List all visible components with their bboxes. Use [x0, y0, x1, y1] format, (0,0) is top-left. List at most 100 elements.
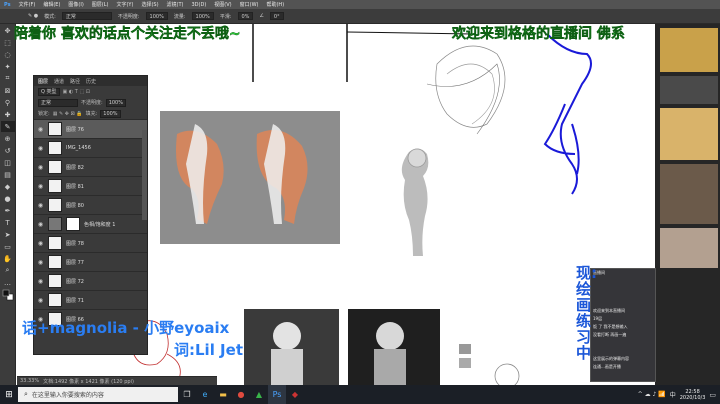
- task-view-icon[interactable]: ❐: [178, 385, 196, 404]
- photoshop-taskbar-icon[interactable]: Ps: [268, 385, 286, 404]
- menu-select[interactable]: 选择(S): [141, 1, 158, 8]
- layer-row[interactable]: ◉ 图层 82: [34, 157, 147, 176]
- history-brush-icon[interactable]: ↺: [1, 145, 15, 156]
- layer-row[interactable]: ◉ 图层 78: [34, 233, 147, 252]
- chat-message: 没看打断 再画一遍: [593, 332, 627, 337]
- gradient-tool-icon[interactable]: ▤: [1, 169, 15, 180]
- chat-message: 直播间: [593, 270, 605, 275]
- move-tool-icon[interactable]: ✥: [1, 25, 15, 36]
- menu-layer[interactable]: 图层(L): [92, 1, 109, 8]
- chrome-icon[interactable]: ●: [232, 385, 250, 404]
- tab-history[interactable]: 历史: [86, 78, 96, 85]
- blend-mode-select[interactable]: 正常: [38, 98, 78, 107]
- reference-thumbnail[interactable]: [660, 108, 718, 160]
- clone-stamp-icon[interactable]: ⊕: [1, 133, 15, 144]
- visibility-eye-icon[interactable]: ◉: [37, 202, 44, 209]
- layer-row[interactable]: ◉ 图层 77: [34, 252, 147, 271]
- layer-opacity-input[interactable]: 100%: [105, 98, 126, 107]
- layer-row[interactable]: ◉ 图层 76: [34, 119, 147, 138]
- layer-kind-select[interactable]: Q 类型: [38, 87, 60, 96]
- menu-edit[interactable]: 编辑(E): [43, 1, 60, 8]
- frame-tool-icon[interactable]: ⊠: [1, 85, 15, 96]
- path-select-icon[interactable]: ➤: [1, 229, 15, 240]
- reference-thumbnail[interactable]: [660, 228, 718, 268]
- marquee-tool-icon[interactable]: ⬚: [1, 37, 15, 48]
- tray-icons[interactable]: ^ ☁ ♪ 📶: [638, 391, 666, 398]
- tool-options-bar: ✎ ● 模式: 正常 不透明度: 100% 流量: 100% 平滑: 0% ∠ …: [0, 9, 720, 24]
- layers-panel-tabs: 图层 通道 路径 历史: [34, 76, 147, 86]
- reference-thumbnail[interactable]: [660, 164, 718, 224]
- menu-help[interactable]: 帮助(H): [266, 1, 284, 8]
- hand-tool-icon[interactable]: ✋: [1, 253, 15, 264]
- menu-window[interactable]: 窗口(W): [240, 1, 259, 8]
- file-explorer-icon[interactable]: ▬: [214, 385, 232, 404]
- tab-channels[interactable]: 通道: [54, 78, 64, 85]
- layer-fill-input[interactable]: 100%: [100, 109, 121, 118]
- layers-scrollbar[interactable]: [142, 130, 147, 220]
- eyedropper-icon[interactable]: ⚲: [1, 97, 15, 108]
- menu-view[interactable]: 视图(V): [214, 1, 231, 8]
- dodge-tool-icon[interactable]: ●: [1, 193, 15, 204]
- menu-filter[interactable]: 滤镜(T): [167, 1, 184, 8]
- visibility-eye-icon[interactable]: ◉: [37, 259, 44, 266]
- eraser-icon[interactable]: ◫: [1, 157, 15, 168]
- ps-logo-icon[interactable]: Ps: [4, 2, 11, 8]
- lasso-tool-icon[interactable]: ◌: [1, 49, 15, 60]
- visibility-eye-icon[interactable]: ◉: [37, 164, 44, 171]
- app-icon[interactable]: ▲: [250, 385, 268, 404]
- crop-tool-icon[interactable]: ⌗: [1, 73, 15, 84]
- tab-paths[interactable]: 路径: [70, 78, 80, 85]
- menu-file[interactable]: 文件(F): [19, 1, 36, 8]
- reference-thumbnail[interactable]: [660, 76, 718, 104]
- layer-list: ◉ 图层 76 ◉ IMG_1456 ◉ 图层 82 ◉ 图层 81 ◉ 图层 80 ◉ 色…: [34, 119, 147, 328]
- input-language-indicator[interactable]: 中: [670, 390, 676, 399]
- taskbar-search-box[interactable]: ⌕ 在这里输入你要搜索的内容: [18, 387, 178, 402]
- menu-3d[interactable]: 3D(D): [192, 2, 207, 8]
- smooth-input[interactable]: 0%: [237, 12, 254, 20]
- visibility-eye-icon[interactable]: ◉: [37, 183, 44, 190]
- ps-status-bar: 33.33% 文档:1492 像素 x 1421 像素 (120 ppi): [17, 376, 217, 385]
- filter-icons[interactable]: ▣ ◐ T ⬚ ⊡: [63, 89, 90, 95]
- notification-icon[interactable]: ▭: [709, 391, 716, 399]
- edge-browser-icon[interactable]: e: [196, 385, 214, 404]
- tab-layers[interactable]: 图层: [38, 78, 48, 85]
- zoom-tool-icon[interactable]: ⌕: [1, 265, 15, 276]
- layer-row[interactable]: ◉ 色相/饱和度 1: [34, 214, 147, 233]
- visibility-eye-icon[interactable]: ◉: [37, 126, 44, 133]
- zoom-level[interactable]: 33.33%: [20, 378, 39, 384]
- app-icon[interactable]: ◆: [286, 385, 304, 404]
- healing-brush-icon[interactable]: ✚: [1, 109, 15, 120]
- taskbar-clock[interactable]: 22:58 2020/10/3: [680, 389, 706, 401]
- blend-row: 正常 不透明度: 100%: [34, 97, 147, 108]
- mode-select[interactable]: 正常: [61, 12, 112, 20]
- blur-tool-icon[interactable]: ◆: [1, 181, 15, 192]
- layer-row[interactable]: ◉ 图层 81: [34, 176, 147, 195]
- reference-thumbnail[interactable]: [660, 28, 718, 72]
- pen-tool-icon[interactable]: ✒: [1, 205, 15, 216]
- visibility-eye-icon[interactable]: ◉: [37, 297, 44, 304]
- shape-tool-icon[interactable]: ▭: [1, 241, 15, 252]
- document-info: 文档:1492 像素 x 1421 像素 (120 ppi): [43, 378, 134, 385]
- flow-input[interactable]: 100%: [191, 12, 214, 20]
- visibility-eye-icon[interactable]: ◉: [37, 221, 44, 228]
- lock-icons[interactable]: ▦ ✎ ✥ ⊠ 🔒: [53, 111, 83, 117]
- more-tools-icon[interactable]: …: [1, 277, 15, 288]
- opacity-input[interactable]: 100%: [145, 12, 168, 20]
- angle-input[interactable]: 0°: [269, 12, 284, 20]
- visibility-eye-icon[interactable]: ◉: [37, 240, 44, 247]
- layer-row[interactable]: ◉ 图层 71: [34, 290, 147, 309]
- menu-type[interactable]: 文字(Y): [116, 1, 133, 8]
- song-lyricist-text: 词:Lil Jet: [174, 341, 243, 359]
- layer-row[interactable]: ◉ 图层 72: [34, 271, 147, 290]
- visibility-eye-icon[interactable]: ◉: [37, 145, 44, 152]
- quick-select-icon[interactable]: ✦: [1, 61, 15, 72]
- brush-preset-icon[interactable]: ✎ ●: [28, 13, 38, 19]
- menu-image[interactable]: 图像(I): [68, 1, 83, 8]
- brush-tool-icon[interactable]: ✎: [0, 121, 15, 132]
- windows-start-icon[interactable]: ⊞: [0, 385, 18, 404]
- layer-row[interactable]: ◉ IMG_1456: [34, 138, 147, 157]
- layer-row[interactable]: ◉ 图层 80: [34, 195, 147, 214]
- color-swatches-icon[interactable]: [1, 289, 15, 300]
- visibility-eye-icon[interactable]: ◉: [37, 278, 44, 285]
- type-tool-icon[interactable]: T: [1, 217, 15, 228]
